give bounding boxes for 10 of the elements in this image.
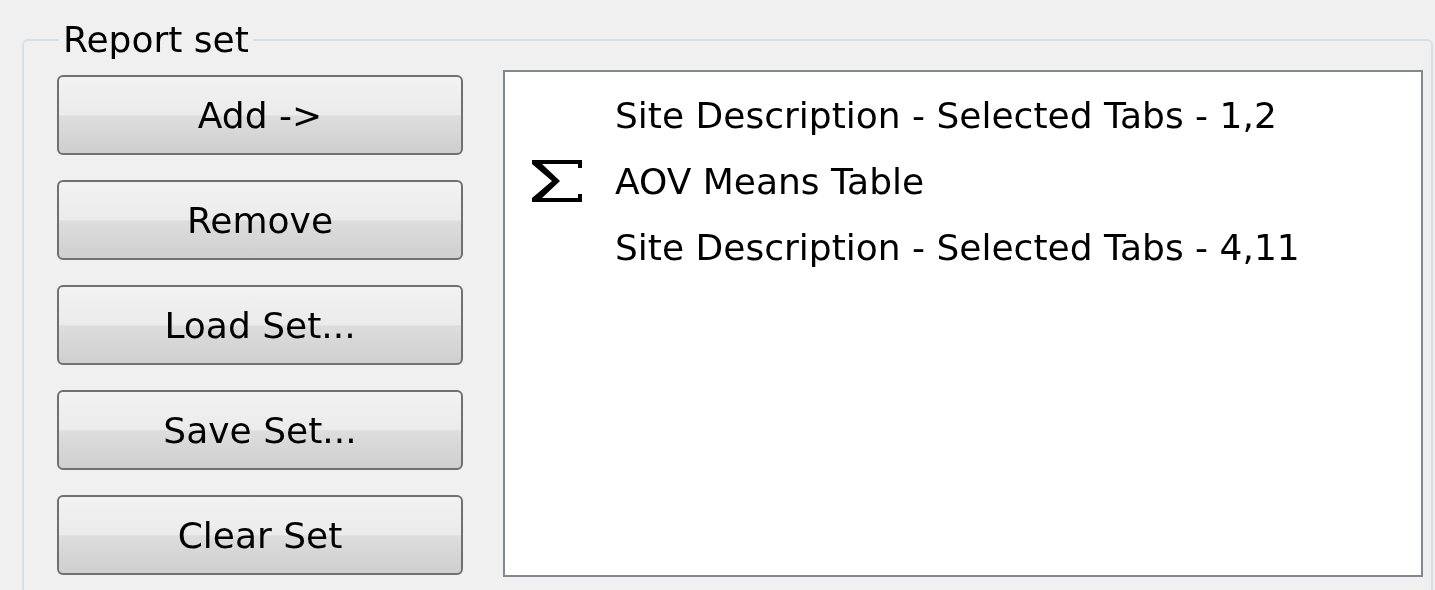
list-item[interactable]: Site Description - Selected Tabs - 1,2	[615, 94, 1277, 136]
action-button[interactable]: Clear Set	[57, 495, 463, 575]
list-item[interactable]: AOV Means Table	[615, 160, 925, 202]
action-button[interactable]: Add ->	[57, 75, 463, 155]
action-button[interactable]: Load Set...	[57, 285, 463, 365]
action-button[interactable]: Remove	[57, 180, 463, 260]
sigma-icon	[530, 158, 584, 204]
action-button[interactable]: Save Set...	[57, 390, 463, 470]
group-title: Report set	[62, 18, 250, 62]
list-item[interactable]: Site Description - Selected Tabs - 4,11	[615, 226, 1300, 268]
